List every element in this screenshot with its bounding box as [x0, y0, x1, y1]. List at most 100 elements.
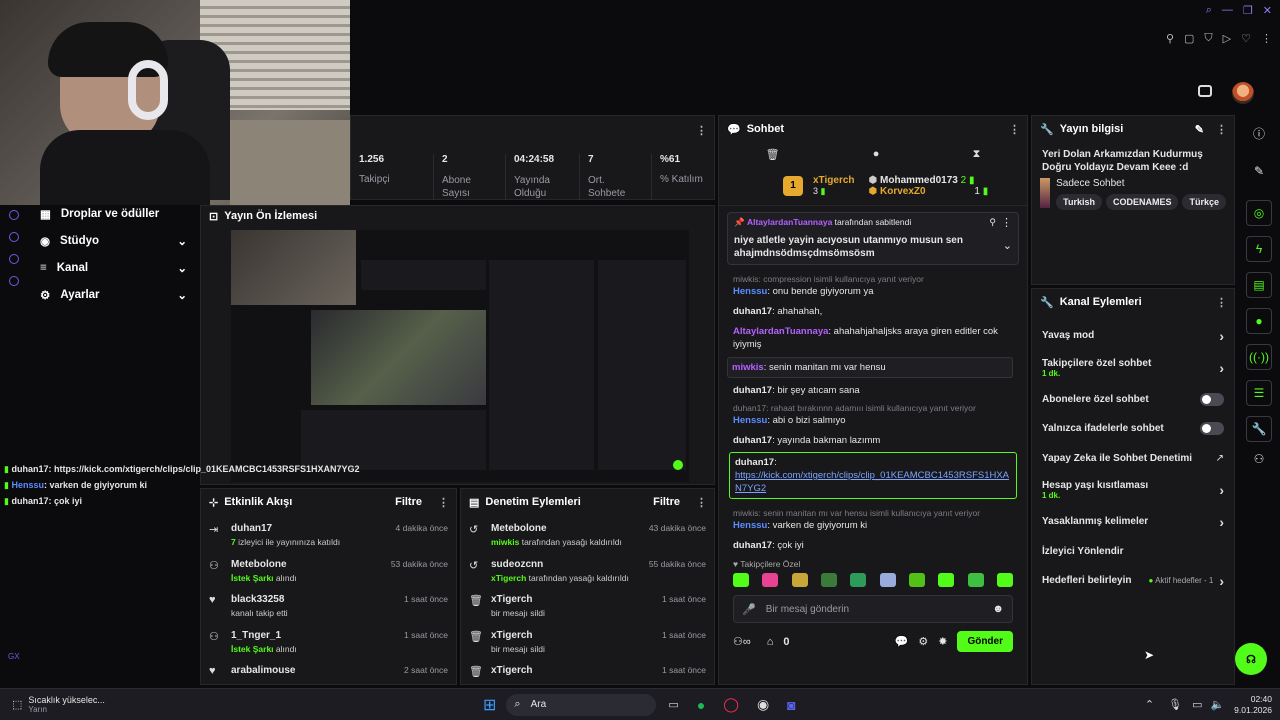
preview-video[interactable]: [231, 230, 689, 482]
stats-menu-icon[interactable]: ⋮: [696, 124, 707, 137]
clock[interactable]: 02:40 9.01.2026: [1234, 694, 1272, 716]
activity-filter-button[interactable]: Filtre: [395, 496, 422, 508]
channel-action-item[interactable]: Abonelere özel sohbet: [1038, 385, 1228, 415]
chevron-right-icon[interactable]: ›: [1219, 514, 1224, 530]
lightning-icon[interactable]: ϟ: [1246, 236, 1272, 262]
more-icon[interactable]: ⋮: [1261, 32, 1272, 45]
heart-icon[interactable]: ♡: [1241, 32, 1251, 45]
sidebar-item-studyo[interactable]: ◉ Stüdyo ⌄: [32, 227, 197, 254]
rail-dot-icon[interactable]: [9, 210, 19, 220]
moderation-menu-icon[interactable]: ⋮: [696, 496, 707, 509]
activity-item[interactable]: ⚇ 1_Tnger_1 1 saat önce İstek Şarkı alındı: [209, 626, 448, 662]
channel-action-item[interactable]: Yavaş mod ›: [1038, 321, 1228, 351]
chat-tab-icon[interactable]: ●: [873, 148, 880, 160]
pinned-message[interactable]: 📌 AltaylardanTuannaya tarafından sabitle…: [727, 212, 1019, 265]
chat-message[interactable]: duhan17: ahahahah,: [733, 304, 1013, 319]
chat-message[interactable]: AltaylardanTuannaya: ahahahjahaljsks ara…: [733, 324, 1013, 352]
moderation-item[interactable]: ↺ sudeozcnn 55 dakika önce xTigerch tarafın…: [469, 555, 706, 591]
rail-dot-icon[interactable]: [9, 232, 19, 242]
rail-dot-icon[interactable]: [9, 254, 19, 264]
stream-info-menu-icon[interactable]: ⋮: [1216, 123, 1227, 136]
activity-item[interactable]: ♥ black33258 1 saat önce kanalı takip etti: [209, 590, 448, 626]
store-icon[interactable]: [1198, 85, 1212, 97]
sidebar-item-ayarlar[interactable]: ⚙ Ayarlar ⌄: [32, 281, 197, 308]
channel-action-item[interactable]: Hedefleri belirleyin ● Aktif hedefler - 1…: [1038, 566, 1228, 596]
chevron-down-icon[interactable]: ⌄: [1003, 239, 1012, 252]
tag-pill[interactable]: Türkçe: [1182, 194, 1226, 210]
moderation-item[interactable]: 🗑 xTigerch 1 saat önce bir mesajı sildi: [469, 626, 706, 662]
emote-icon[interactable]: [908, 573, 925, 587]
steam-icon[interactable]: ◉: [757, 696, 769, 713]
pin-icon[interactable]: ⚲: [1166, 32, 1174, 45]
chat-message[interactable]: miwkis: senin manitan mı var hensu: [727, 357, 1013, 378]
chat-username[interactable]: duhan17: [733, 540, 772, 551]
microphone-icon[interactable]: 🎙: [1168, 698, 1182, 711]
unpin-icon[interactable]: ⚲: [989, 217, 996, 228]
chevron-right-icon[interactable]: ›: [1219, 328, 1224, 344]
list-icon[interactable]: ☰: [1246, 380, 1272, 406]
badge-settings-icon[interactable]: ✸: [938, 635, 947, 648]
chat-message[interactable]: miwkis: compression isimli kullanıcıya y…: [733, 274, 1013, 299]
gear-icon[interactable]: ⚙: [918, 635, 928, 648]
sidebar-item-kanal[interactable]: ≡ Kanal ⌄: [32, 254, 197, 281]
windows-start-icon[interactable]: ⊞: [483, 695, 496, 715]
emote-icon[interactable]: [996, 573, 1013, 587]
taskbar-search[interactable]: ⌕ Ara: [506, 693, 657, 716]
chat-username[interactable]: Henssu: [733, 286, 767, 297]
emoji-icon[interactable]: ☻: [992, 603, 1004, 615]
info-icon[interactable]: ⓘ: [1238, 125, 1280, 142]
emote-icon[interactable]: [879, 573, 896, 587]
sidebar-item-droplar[interactable]: ▦ Droplar ve ödüller: [32, 205, 197, 223]
emote-icon[interactable]: [938, 573, 955, 587]
chat-menu-icon[interactable]: ⋮: [1009, 123, 1020, 136]
moderation-item[interactable]: ↺ Metebolone 43 dakika önce miwkis tarafınd…: [469, 519, 706, 555]
channel-action-item[interactable]: Yasaklanmış kelimeler ›: [1038, 507, 1228, 537]
tag-pill[interactable]: CODENAMES: [1105, 194, 1179, 210]
volume-icon[interactable]: 🔈: [1210, 698, 1224, 711]
pinned-menu-icon[interactable]: ⋮: [1001, 216, 1012, 229]
external-link-icon[interactable]: ↗: [1216, 453, 1224, 464]
chat-username[interactable]: duhan17: [733, 435, 772, 446]
chat-username[interactable]: miwkis: [732, 362, 764, 373]
weather-widget[interactable]: ⬚ Sıcaklık yükselec... Yarın: [0, 695, 440, 714]
toggle-switch[interactable]: [1200, 422, 1224, 436]
channel-action-item[interactable]: Takipçilere özel sohbet 1 dk. ›: [1038, 351, 1228, 385]
channel-action-item[interactable]: İzleyici Yönlendir: [1038, 537, 1228, 567]
camera-icon[interactable]: ◎: [1246, 200, 1272, 226]
emote-icon[interactable]: [850, 573, 867, 587]
chevron-up-icon[interactable]: ⌃: [1145, 698, 1154, 711]
chat-link-message[interactable]: duhan17: https://kick.com/xtigerch/clips…: [729, 452, 1017, 499]
chevron-right-icon[interactable]: ›: [1219, 482, 1224, 498]
network-icon[interactable]: ▭: [1192, 698, 1202, 711]
emote-icon[interactable]: [967, 573, 984, 587]
chat-username[interactable]: AltaylardanTuannaya: [733, 326, 828, 337]
snapshot-icon[interactable]: ▢: [1184, 32, 1194, 45]
search-icon[interactable]: ⌕: [1206, 4, 1212, 17]
activity-menu-icon[interactable]: ⋮: [438, 496, 449, 509]
users-icon[interactable]: ⚇∞: [733, 635, 751, 648]
activity-item[interactable]: ⚇ Metebolone 53 dakika önce İstek Şarkı alı…: [209, 555, 448, 591]
spotify-icon[interactable]: ●: [697, 697, 705, 713]
chat-input[interactable]: 🎤 Bir mesaj gönderin ☻: [733, 595, 1013, 623]
play-icon[interactable]: ▷: [1223, 32, 1231, 45]
trash-icon[interactable]: 🗑: [766, 148, 780, 161]
edit-icon[interactable]: ✎: [1195, 123, 1204, 136]
minimize-icon[interactable]: —: [1222, 4, 1233, 17]
emote-icon[interactable]: [733, 573, 749, 587]
chat-username[interactable]: duhan17: [733, 306, 772, 317]
chat-icon[interactable]: ●: [1246, 308, 1272, 334]
emote-icon[interactable]: [820, 573, 837, 587]
hourglass-icon[interactable]: ⧗: [973, 148, 981, 161]
chat-username[interactable]: Henssu: [733, 415, 767, 426]
emote-icon[interactable]: [791, 573, 808, 587]
note-icon[interactable]: ▤: [1246, 272, 1272, 298]
chat-message[interactable]: duhan17: yayında bakman lazımm: [733, 433, 1013, 448]
send-button[interactable]: Gönder: [957, 631, 1013, 652]
support-button[interactable]: ☊: [1235, 643, 1267, 675]
tag-pill[interactable]: Turkish: [1056, 194, 1102, 210]
moderation-filter-button[interactable]: Filtre: [653, 496, 680, 508]
opera-gx-icon[interactable]: ◯: [723, 696, 739, 713]
chat-message[interactable]: miwkis: senin manitan mı var hensu isiml…: [733, 508, 1013, 533]
chat-bubble-icon[interactable]: 💬: [895, 635, 909, 648]
channel-action-item[interactable]: Yapay Zeka ile Sohbet Denetimi ↗: [1038, 444, 1228, 474]
